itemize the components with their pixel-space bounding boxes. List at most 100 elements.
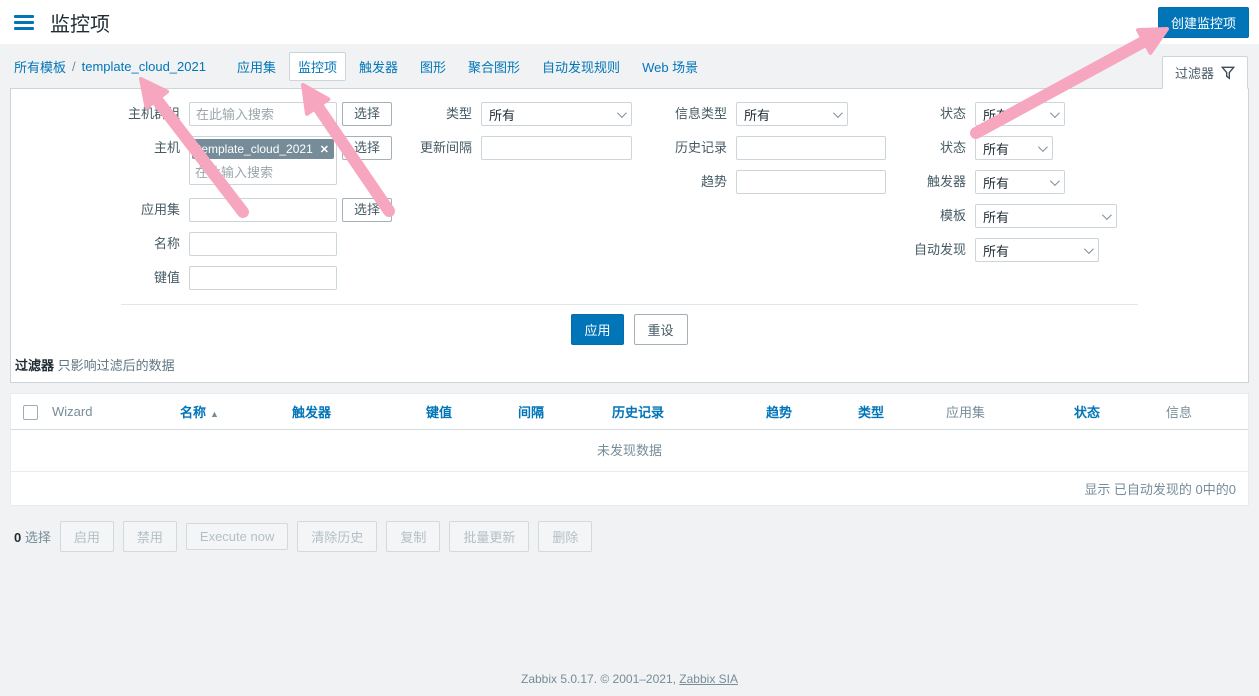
name-input[interactable] xyxy=(189,232,337,256)
column-type-link[interactable]: 类型 xyxy=(858,405,884,420)
page-title: 监控项 xyxy=(50,8,110,37)
column-info: 信息 xyxy=(1161,394,1248,430)
tab-triggers[interactable]: 触发器 xyxy=(350,52,407,81)
copy-button[interactable]: 复制 xyxy=(386,521,440,552)
type-select-value: 所有 xyxy=(489,105,515,124)
triggers-label: 触发器 xyxy=(890,170,975,194)
breadcrumb-nav-row: 所有模板 / template_cloud_2021 应用集 监控项 触发器 图… xyxy=(0,44,1259,88)
chevron-down-icon xyxy=(1050,108,1060,118)
enable-button[interactable]: 启用 xyxy=(60,521,114,552)
filter-column-2: 类型 所有 更新间隔 xyxy=(396,102,632,170)
tab-discovery-rules[interactable]: 自动发现规则 xyxy=(533,52,629,81)
host-chip: template_cloud_2021 ✕ xyxy=(192,139,334,159)
hosts-input-placeholder[interactable]: 在此输入搜索 xyxy=(192,159,334,182)
filter-tab-label: 过滤器 xyxy=(1175,63,1214,82)
update-interval-input[interactable] xyxy=(481,136,632,160)
column-name-link[interactable]: 名称 xyxy=(180,405,206,420)
filter-note-text: 只影响过滤后的数据 xyxy=(58,358,175,373)
name-label: 名称 xyxy=(111,232,189,256)
apply-button[interactable]: 应用 xyxy=(571,314,623,345)
key-input[interactable] xyxy=(189,266,337,290)
breadcrumb-separator: / xyxy=(72,59,76,74)
breadcrumb-template-name[interactable]: template_cloud_2021 xyxy=(82,59,206,74)
column-interval-link[interactable]: 间隔 xyxy=(518,405,544,420)
host-groups-input[interactable] xyxy=(189,102,337,126)
column-key-link[interactable]: 键值 xyxy=(426,405,452,420)
host-groups-select-button[interactable]: 选择 xyxy=(342,102,392,126)
filter-toggle-tab[interactable]: 过滤器 xyxy=(1162,56,1248,89)
tab-screens[interactable]: 聚合图形 xyxy=(459,52,529,81)
funnel-icon xyxy=(1221,66,1235,80)
breadcrumb-all-templates[interactable]: 所有模板 xyxy=(14,57,66,76)
mass-update-button[interactable]: 批量更新 xyxy=(449,521,529,552)
trends-label: 趋势 xyxy=(651,170,736,194)
entity-tabs: 应用集 监控项 触发器 图形 聚合图形 自动发现规则 Web 场景 xyxy=(228,52,707,81)
execute-now-button[interactable]: Execute now xyxy=(186,523,288,550)
template-select-value: 所有 xyxy=(983,207,1009,226)
filter-panel: 主机群组 选择 主机 template_cloud_2021 ✕ 在此输入搜索 … xyxy=(10,88,1249,383)
filter-divider xyxy=(121,304,1138,305)
filter-column-4: 状态 所有 状态 所有 触发器 所有 xyxy=(890,102,1117,272)
host-chip-remove-icon[interactable]: ✕ xyxy=(320,143,329,156)
update-interval-label: 更新间隔 xyxy=(396,136,481,160)
tab-graphs[interactable]: 图形 xyxy=(411,52,455,81)
tab-applications[interactable]: 应用集 xyxy=(228,52,285,81)
info-type-select-value: 所有 xyxy=(744,105,770,124)
empty-row: 未发现数据 xyxy=(11,430,1248,472)
table-header-row: Wizard 名称▲ 触发器 键值 间隔 历史记录 趋势 类型 应用集 状态 信… xyxy=(11,394,1248,430)
template-label: 模板 xyxy=(890,204,975,228)
footer-version-text: Zabbix 5.0.17. © 2001–2021, xyxy=(521,672,679,686)
triggers-select[interactable]: 所有 xyxy=(975,170,1065,194)
state-select[interactable]: 所有 xyxy=(975,136,1053,160)
info-type-select[interactable]: 所有 xyxy=(736,102,848,126)
selected-count-label: 选择 xyxy=(25,530,51,545)
application-input[interactable] xyxy=(189,198,337,222)
no-data-text: 未发现数据 xyxy=(11,430,1248,472)
triggers-select-value: 所有 xyxy=(983,173,1009,192)
filter-note-title: 过滤器 xyxy=(15,358,54,373)
hosts-select-button[interactable]: 选择 xyxy=(342,136,392,160)
clear-history-button[interactable]: 清除历史 xyxy=(297,521,377,552)
select-all-checkbox[interactable] xyxy=(23,405,38,420)
table-footer-row: 显示 已自动发现的 0中的0 xyxy=(11,472,1248,506)
type-select[interactable]: 所有 xyxy=(481,102,632,126)
chevron-down-icon xyxy=(833,108,843,118)
application-select-button[interactable]: 选择 xyxy=(342,198,392,222)
column-wizard: Wizard xyxy=(47,394,175,430)
tab-web-scenarios[interactable]: Web 场景 xyxy=(633,52,707,81)
footer-zabbix-sia-link[interactable]: Zabbix SIA xyxy=(679,672,738,686)
column-status-link[interactable]: 状态 xyxy=(1074,405,1100,420)
column-applications: 应用集 xyxy=(941,394,1069,430)
disable-button[interactable]: 禁用 xyxy=(123,521,177,552)
host-chip-label: template_cloud_2021 xyxy=(198,142,313,156)
column-trends-link[interactable]: 趋势 xyxy=(766,405,792,420)
delete-button[interactable]: 删除 xyxy=(538,521,592,552)
history-input[interactable] xyxy=(736,136,886,160)
reset-button[interactable]: 重设 xyxy=(634,314,688,345)
filter-column-1: 主机群组 选择 主机 template_cloud_2021 ✕ 在此输入搜索 … xyxy=(111,102,392,300)
selected-count: 0 选择 xyxy=(14,527,51,546)
page-footer: Zabbix 5.0.17. © 2001–2021, Zabbix SIA xyxy=(0,672,1259,686)
chevron-down-icon xyxy=(1102,210,1112,220)
trends-input[interactable] xyxy=(736,170,886,194)
tab-items[interactable]: 监控项 xyxy=(289,52,346,81)
discovery-select[interactable]: 所有 xyxy=(975,238,1099,262)
filter-note: 过滤器 只影响过滤后的数据 xyxy=(15,355,1248,374)
hamburger-menu-icon[interactable] xyxy=(14,15,34,30)
chevron-down-icon xyxy=(1084,244,1094,254)
chevron-down-icon xyxy=(1038,142,1048,152)
create-item-button[interactable]: 创建监控项 xyxy=(1158,7,1249,38)
application-label: 应用集 xyxy=(111,198,189,222)
state-label: 状态 xyxy=(890,136,975,160)
hosts-multiselect[interactable]: template_cloud_2021 ✕ 在此输入搜索 xyxy=(189,136,337,185)
top-header: 监控项 创建监控项 xyxy=(0,0,1259,44)
column-history-link[interactable]: 历史记录 xyxy=(612,405,664,420)
column-triggers-link[interactable]: 触发器 xyxy=(292,405,331,420)
mass-action-bar: 0 选择 启用 禁用 Execute now 清除历史 复制 批量更新 删除 xyxy=(14,521,1249,552)
chevron-down-icon xyxy=(1050,176,1060,186)
template-select[interactable]: 所有 xyxy=(975,204,1117,228)
selected-count-number: 0 xyxy=(14,530,21,545)
status-select[interactable]: 所有 xyxy=(975,102,1065,126)
host-groups-label: 主机群组 xyxy=(111,102,189,126)
state-select-value: 所有 xyxy=(983,139,1009,158)
